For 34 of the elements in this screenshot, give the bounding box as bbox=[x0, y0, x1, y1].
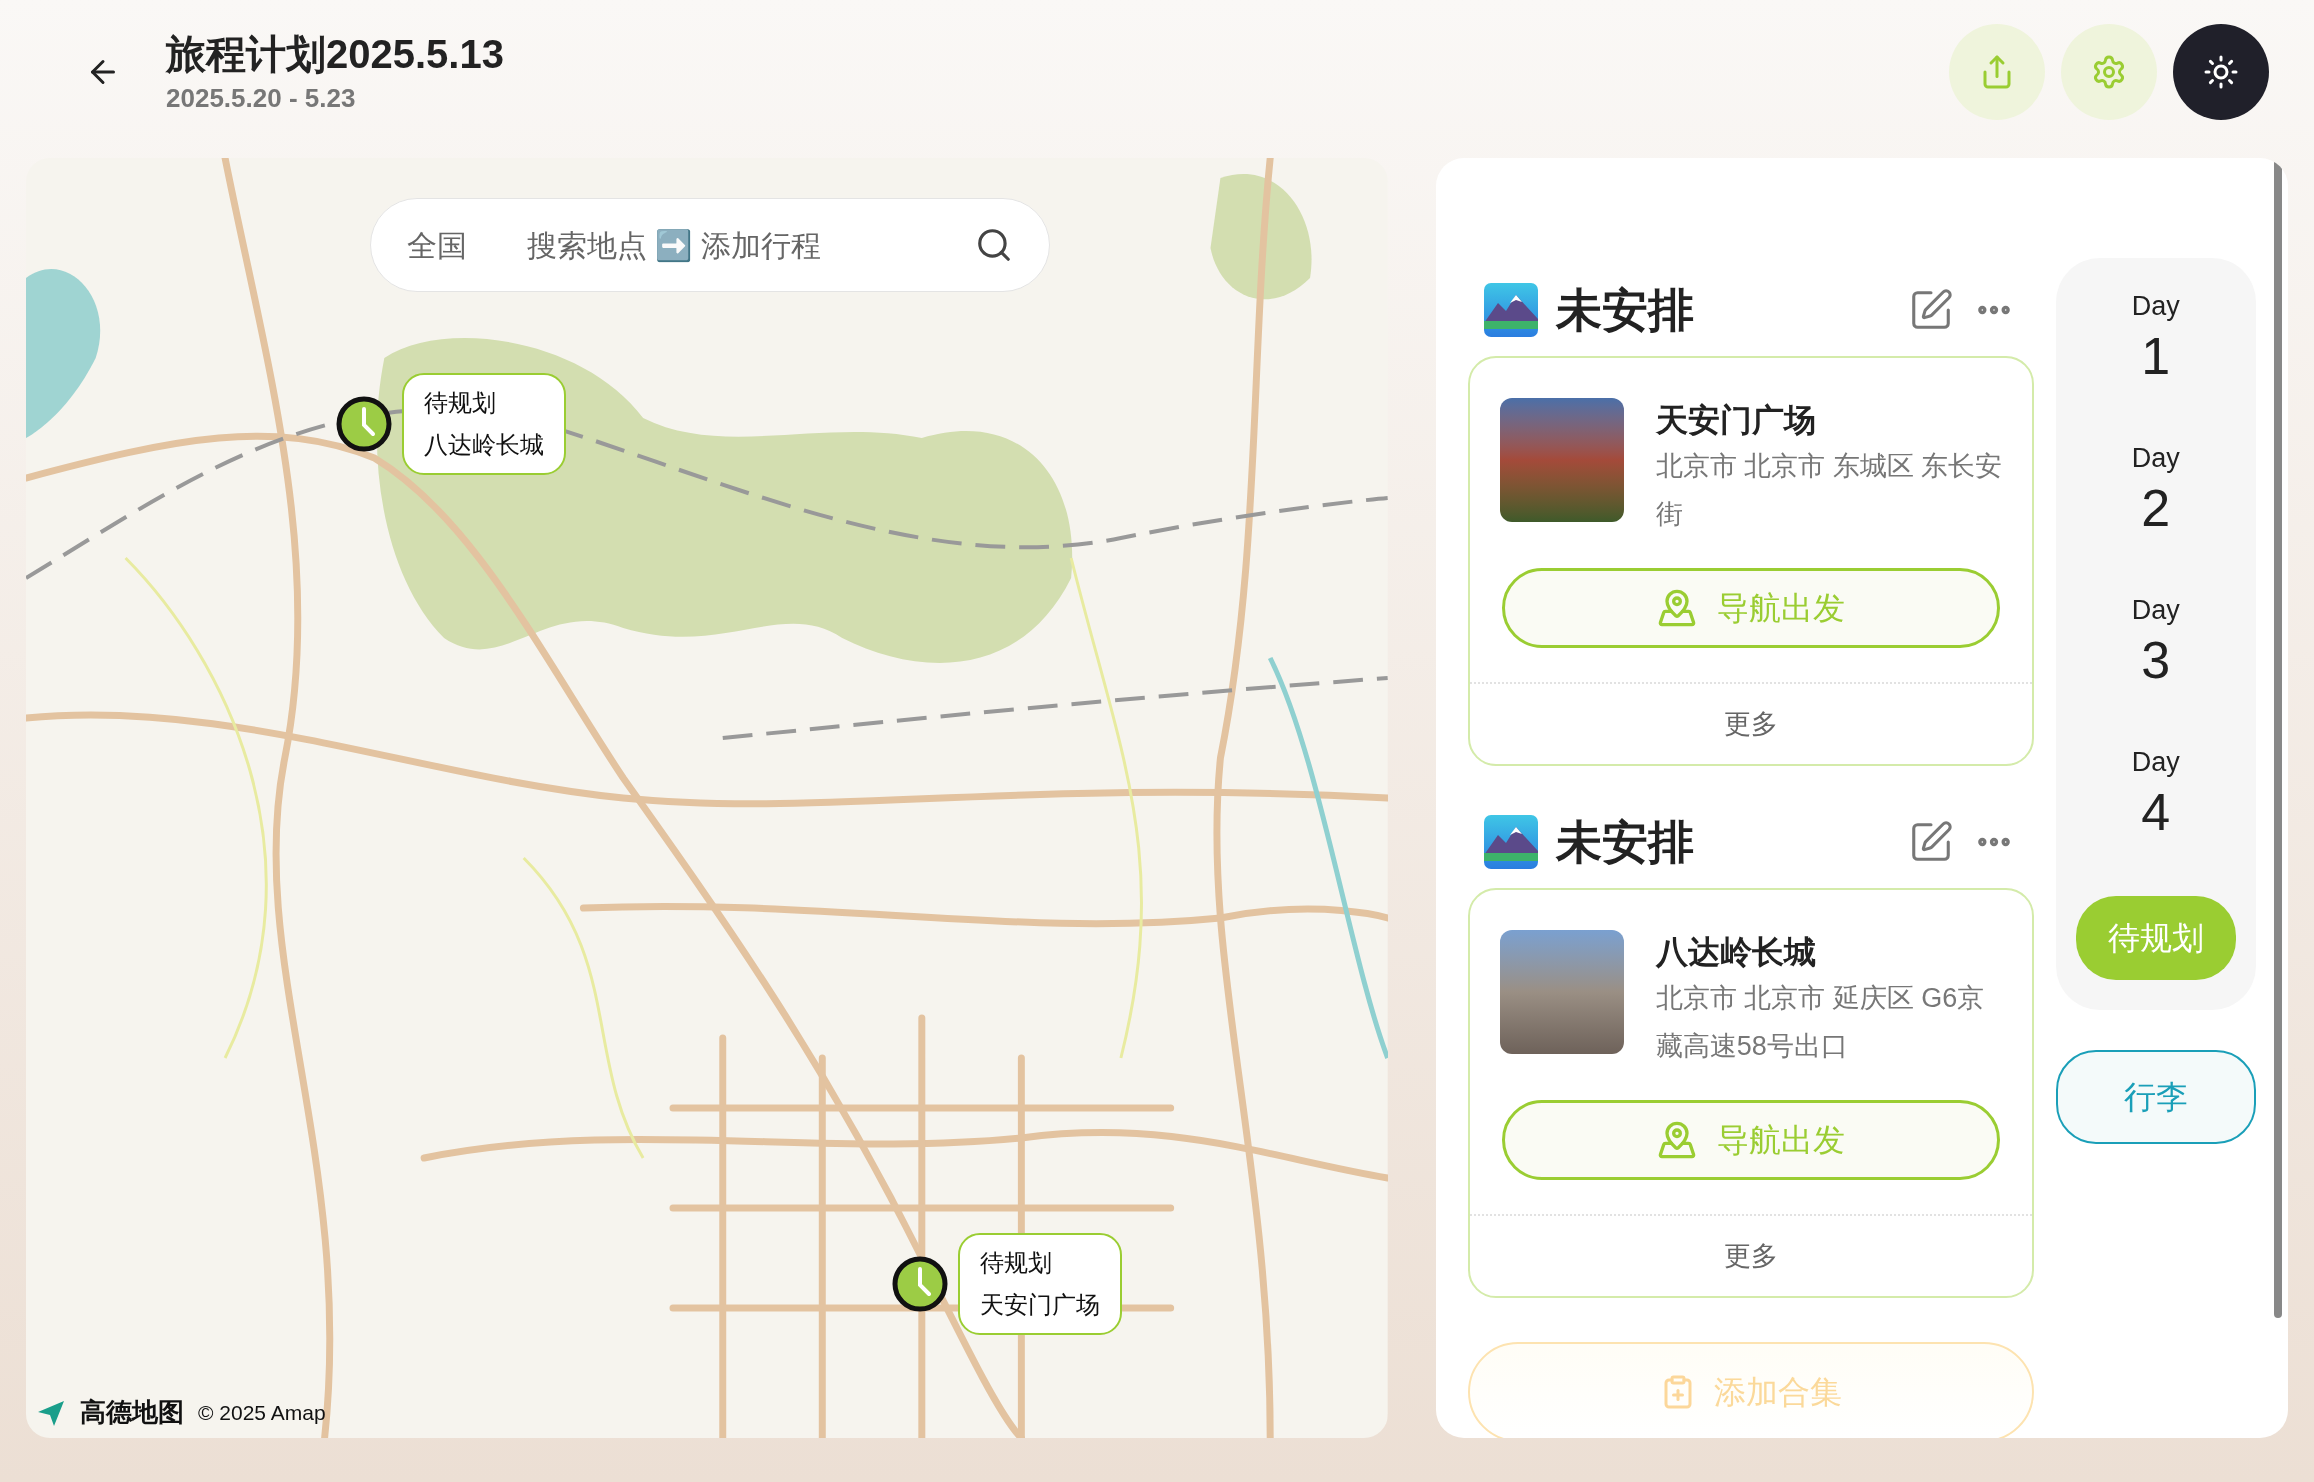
group-title: 未安排 bbox=[1555, 282, 1694, 338]
search-input[interactable]: 搜索地点 ➡ 添加行程 bbox=[527, 222, 975, 268]
day-tab[interactable]: Day 2 bbox=[2075, 440, 2236, 540]
place-name: 天安门广场 bbox=[1655, 401, 1817, 440]
popup-place-name: 天安门广场 bbox=[980, 1290, 1100, 1320]
day-tab[interactable]: Day 4 bbox=[2075, 744, 2236, 844]
popup-place-name: 八达岭长城 bbox=[424, 430, 544, 460]
map-copyright: © 2025 Amap bbox=[198, 1399, 326, 1426]
sun-icon[interactable] bbox=[2203, 54, 2239, 90]
trip-dates: 2025.5.20 - 5.23 bbox=[166, 82, 357, 115]
trip-title: 旅程计划2025.5.13 bbox=[166, 31, 504, 78]
clock-marker-icon[interactable] bbox=[336, 396, 392, 452]
map-logo-text: 高德地图 bbox=[80, 1396, 184, 1429]
place-name: 八达岭长城 bbox=[1655, 933, 1817, 972]
group-title: 未安排 bbox=[1555, 814, 1694, 870]
place-card[interactable]: 天安门广场 北京市 北京市 东城区 东长安街 导航出发 更多 bbox=[1467, 356, 2034, 766]
day-tab[interactable]: Day 3 bbox=[2075, 592, 2236, 692]
more-link[interactable]: 更多 bbox=[1469, 1216, 2032, 1296]
marker-popup[interactable]: 待规划 八达岭长城 bbox=[402, 373, 566, 475]
popup-status: 待规划 bbox=[980, 1248, 1053, 1278]
place-card[interactable]: 八达岭长城 北京市 北京市 延庆区 G6京藏高速58号出口 导航出发 更多 bbox=[1467, 888, 2034, 1298]
landscape-icon bbox=[1483, 815, 1538, 869]
search-bar[interactable]: 全国 搜索地点 ➡ 添加行程 bbox=[370, 198, 1050, 292]
more-link[interactable]: 更多 bbox=[1469, 684, 2032, 764]
place-address: 北京市 北京市 东城区 东长安街 bbox=[1655, 450, 2004, 531]
search-icon[interactable] bbox=[975, 226, 1013, 264]
day-tab[interactable]: Day 1 bbox=[2075, 288, 2236, 388]
place-address: 北京市 北京市 延庆区 G6京藏高速58号出口 bbox=[1655, 982, 1986, 1063]
map[interactable]: 全国 搜索地点 ➡ 添加行程 待规划 八达岭长城 待规划 天安门广场 高德地图 © 2025 Amap bbox=[26, 158, 1388, 1438]
clock-marker-icon[interactable] bbox=[892, 1256, 948, 1312]
region-selector[interactable]: 全国 bbox=[407, 222, 467, 268]
marker-popup[interactable]: 待规划 天安门广场 bbox=[958, 1233, 1122, 1335]
landscape-icon bbox=[1483, 283, 1538, 337]
popup-status: 待规划 bbox=[424, 388, 497, 418]
